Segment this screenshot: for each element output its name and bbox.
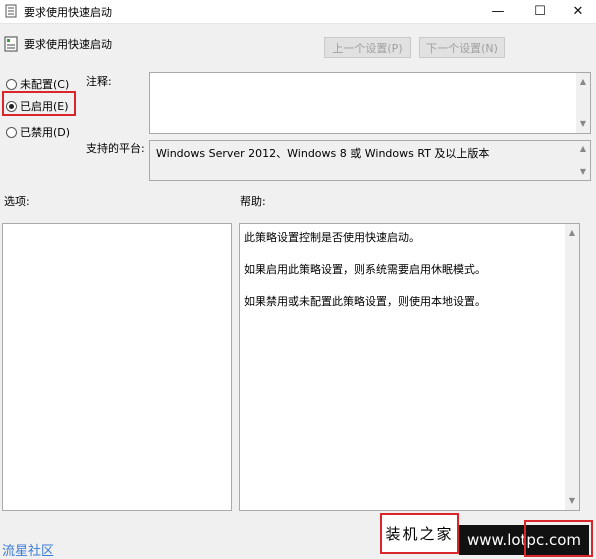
scroll-up-icon[interactable]: ▲ (565, 226, 579, 240)
help-paragraph: 如果启用此策略设置，则系统需要启用休眠模式。 (244, 263, 486, 276)
next-setting-button[interactable]: 下一个设置(N) (419, 37, 505, 58)
policy-icon (5, 4, 17, 18)
minimize-button[interactable]: — (476, 0, 520, 23)
options-pane[interactable] (2, 223, 232, 511)
radio-label: 未配置(C) (20, 78, 70, 91)
policy-icon (4, 36, 18, 52)
supported-on-label: 支持的平台: (86, 142, 145, 155)
vertical-scrollbar[interactable]: ▲ ▼ (576, 141, 590, 180)
help-paragraph: 此策略设置控制是否使用快速启动。 (244, 231, 420, 244)
radio-button[interactable] (6, 100, 17, 112)
radio-not-configured[interactable]: 未配置(C) (6, 76, 69, 92)
watermark-text-left: 流星社区 (2, 544, 55, 559)
watermark-logo: 装机之家 (380, 513, 459, 554)
scroll-up-icon[interactable]: ▲ (576, 142, 590, 156)
comment-label: 注释: (86, 75, 112, 88)
help-label: 帮助: (240, 195, 266, 208)
previous-setting-button[interactable]: 上一个设置(P) (324, 37, 411, 58)
scroll-down-icon[interactable]: ▼ (565, 494, 579, 508)
highlight-box (524, 520, 593, 557)
supported-on-box: Windows Server 2012、Windows 8 或 Windows … (149, 140, 591, 181)
window-title: 要求使用快速启动 (24, 6, 112, 19)
supported-on-value: Windows Server 2012、Windows 8 或 Windows … (156, 147, 490, 160)
radio-label: 已禁用(D) (20, 126, 71, 139)
comment-textbox[interactable]: ▲ ▼ (149, 72, 591, 134)
scroll-up-icon[interactable]: ▲ (576, 75, 590, 89)
setting-title: 要求使用快速启动 (24, 38, 112, 51)
title-bar: 要求使用快速启动 — ☐ ✕ (0, 0, 596, 24)
radio-button[interactable] (6, 126, 17, 138)
close-button[interactable]: ✕ (556, 0, 596, 23)
help-pane[interactable]: 此策略设置控制是否使用快速启动。 如果启用此策略设置，则系统需要启用休眠模式。 … (239, 223, 580, 511)
scroll-down-icon[interactable]: ▼ (576, 165, 590, 179)
options-label: 选项: (4, 195, 30, 208)
vertical-scrollbar[interactable]: ▲ ▼ (576, 73, 590, 133)
radio-enabled[interactable]: 已启用(E) (6, 98, 69, 114)
radio-label: 已启用(E) (20, 100, 69, 113)
radio-button[interactable] (6, 78, 17, 90)
vertical-scrollbar[interactable]: ▲ ▼ (565, 224, 579, 510)
watermark-text-center: 装机之家 (385, 525, 454, 543)
scroll-down-icon[interactable]: ▼ (576, 117, 590, 131)
radio-disabled[interactable]: 已禁用(D) (6, 124, 70, 140)
help-paragraph: 如果禁用或未配置此策略设置，则使用本地设置。 (244, 295, 486, 308)
